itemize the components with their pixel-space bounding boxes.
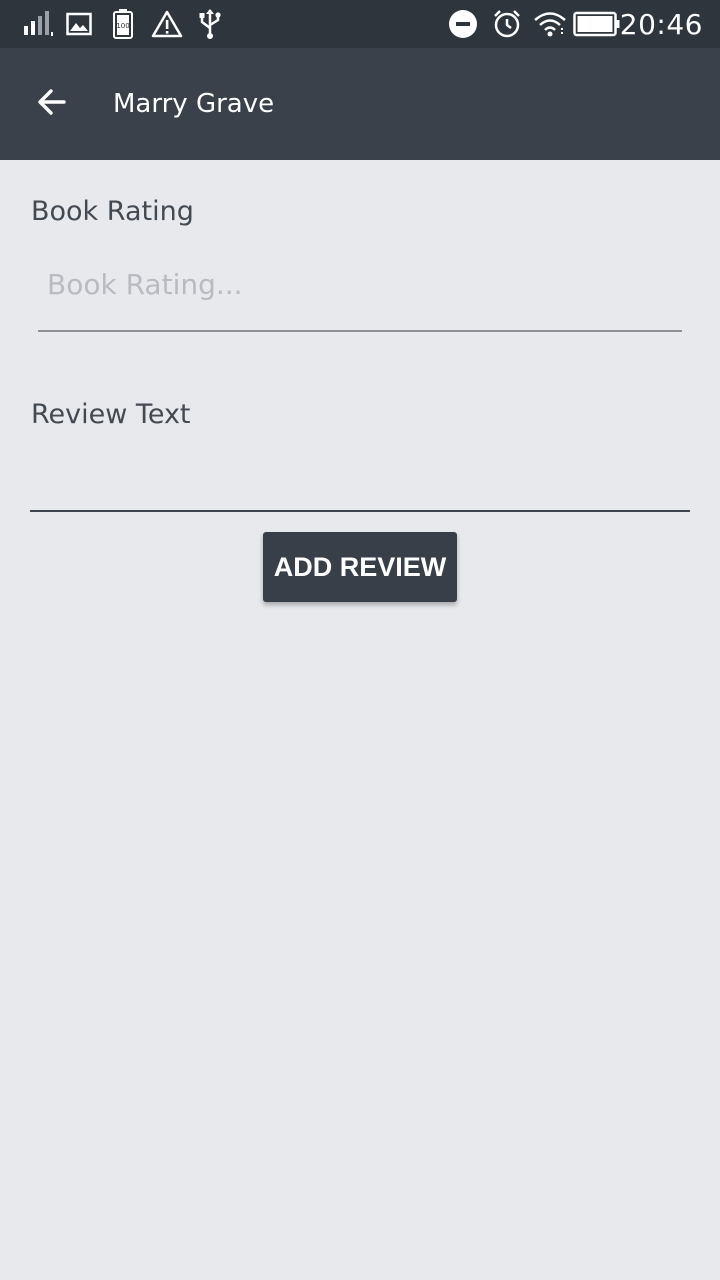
review-text-label: Review Text bbox=[31, 399, 191, 430]
review-text-input[interactable] bbox=[30, 440, 690, 512]
wifi-icon bbox=[533, 0, 567, 48]
back-button[interactable] bbox=[20, 72, 84, 136]
app-bar: Marry Grave bbox=[0, 48, 720, 160]
status-time: 20:46 bbox=[619, 8, 703, 41]
usb-icon bbox=[197, 0, 223, 48]
battery-icon bbox=[573, 0, 621, 48]
arrow-back-icon bbox=[36, 86, 68, 122]
page-title: Marry Grave bbox=[113, 89, 275, 119]
battery-saver-icon: 100 bbox=[112, 0, 134, 48]
warning-icon bbox=[151, 0, 183, 48]
book-rating-label: Book Rating bbox=[31, 196, 194, 227]
image-icon bbox=[66, 0, 92, 48]
signal-icon bbox=[22, 0, 56, 48]
status-bar: 100 20:46 bbox=[0, 0, 720, 48]
alarm-icon bbox=[492, 0, 522, 48]
review-form: Book Rating Review Text ADD REVIEW bbox=[0, 160, 720, 1280]
svg-text:100: 100 bbox=[116, 22, 129, 30]
book-rating-input[interactable] bbox=[38, 244, 682, 332]
do-not-disturb-icon bbox=[448, 0, 478, 48]
add-review-button[interactable]: ADD REVIEW bbox=[263, 532, 457, 602]
